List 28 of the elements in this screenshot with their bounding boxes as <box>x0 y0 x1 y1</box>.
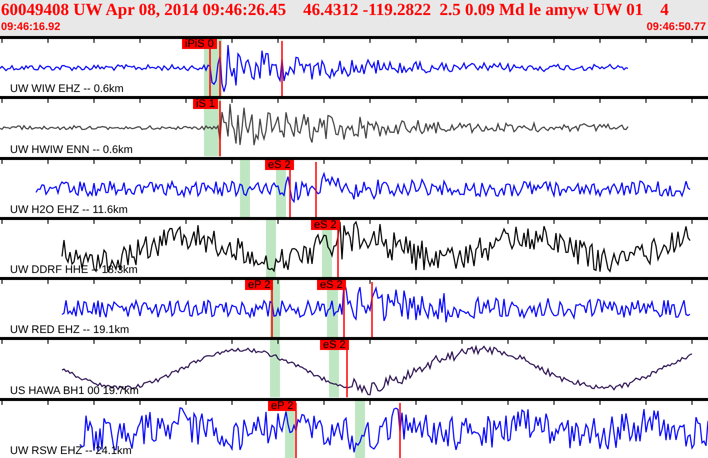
pick-flag[interactable]: eS 2 <box>317 280 346 290</box>
pick-flag[interactable]: eP 2 <box>245 280 274 290</box>
station-label: US HAWA BH1 00 19.7km <box>10 384 139 397</box>
station-label: UW RSW EHZ -- 24.1km <box>10 444 132 457</box>
start-time: 09:46:16.92 <box>1 20 60 34</box>
pick-flag[interactable]: eS 2 <box>311 220 340 230</box>
station-label: UW WIW EHZ -- 0.6km <box>10 83 124 96</box>
pick-window <box>240 160 250 217</box>
pick-window <box>355 400 365 458</box>
pick-line <box>295 402 297 458</box>
pick-line <box>371 282 373 338</box>
pick-flag[interactable]: eS 2 <box>265 160 294 170</box>
end-time: 09:46:50.77 <box>646 20 706 34</box>
pick-line <box>399 402 401 458</box>
pick-window <box>270 340 280 398</box>
pick-window <box>266 220 276 278</box>
pick-line <box>219 40 221 96</box>
pick-line <box>315 161 317 217</box>
station-label: UW RED EHZ -- 19.1km <box>10 324 130 336</box>
station-label: UW HWIW ENN -- 0.6km <box>10 144 133 156</box>
pick-flag[interactable]: iPiS 0 <box>182 39 217 49</box>
pick-flag[interactable]: iS 1 <box>193 99 218 110</box>
pick-line <box>281 40 283 96</box>
event-title: 60049408 UW Apr 08, 2014 09:46:26.45 46.4312 -119.2822 2.5 0.09 Md le amyw UW 01 4 <box>1 0 670 20</box>
pick-line <box>219 101 221 157</box>
station-label: UW H2O EHZ -- 11.6km <box>10 204 128 216</box>
pick-flag[interactable]: eP 2 <box>268 400 296 411</box>
pick-flag[interactable]: eS 2 <box>320 340 349 350</box>
